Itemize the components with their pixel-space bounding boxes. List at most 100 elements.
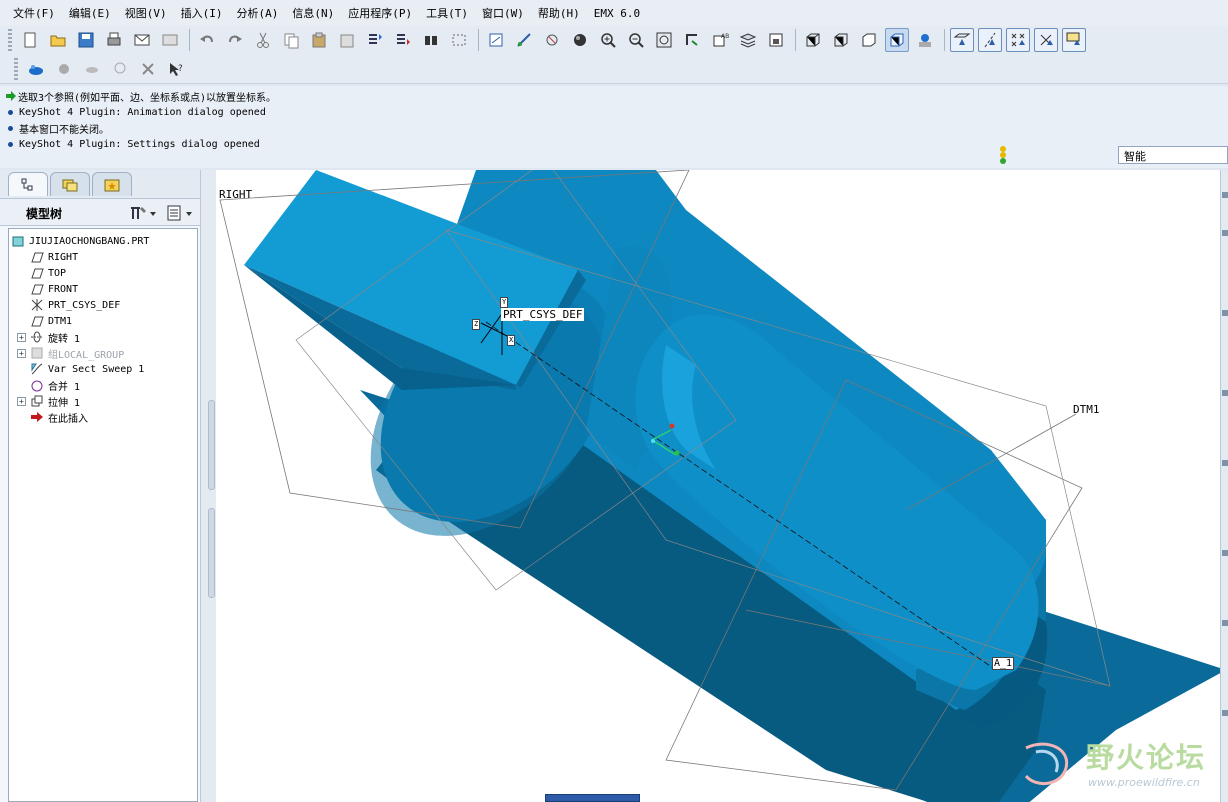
tree-item[interactable]: 在此插入 bbox=[17, 409, 88, 425]
tree-item[interactable]: FRONT bbox=[17, 281, 78, 297]
zoom-out-button[interactable] bbox=[624, 28, 648, 52]
zoom-in-button[interactable] bbox=[596, 28, 620, 52]
menu-item-6[interactable]: 应用程序(P) bbox=[341, 5, 419, 21]
tree-item[interactable]: Var Sect Sweep 1 bbox=[17, 361, 144, 377]
regenerate-button[interactable] bbox=[363, 28, 387, 52]
strip-icon[interactable] bbox=[1222, 620, 1228, 626]
point-display-button[interactable] bbox=[540, 28, 564, 52]
paste-special-button[interactable] bbox=[335, 28, 359, 52]
splitter-handle-bottom[interactable] bbox=[208, 508, 215, 598]
datum-plane-display-button[interactable] bbox=[484, 28, 508, 52]
tree-item[interactable]: DTM1 bbox=[17, 313, 72, 329]
strip-icon[interactable] bbox=[1222, 390, 1228, 396]
redo-button[interactable] bbox=[223, 28, 247, 52]
menu-item-8[interactable]: 窗口(W) bbox=[475, 5, 531, 21]
shading-button[interactable] bbox=[568, 28, 592, 52]
new-file-button[interactable] bbox=[18, 28, 42, 52]
hidden-line-button[interactable] bbox=[829, 28, 853, 52]
strip-icon[interactable] bbox=[1222, 230, 1228, 236]
menu-item-9[interactable]: 帮助(H) bbox=[531, 5, 587, 21]
copy-button[interactable] bbox=[279, 28, 303, 52]
tools-button[interactable] bbox=[136, 57, 160, 81]
datum-plane-icon bbox=[30, 282, 44, 296]
tab-favorites[interactable] bbox=[92, 172, 132, 196]
datum-points-toggle-button[interactable] bbox=[1006, 28, 1030, 52]
save-button[interactable] bbox=[74, 28, 98, 52]
csys-toggle-button[interactable] bbox=[1034, 28, 1058, 52]
tree-item[interactable]: + 组LOCAL_GROUP bbox=[17, 345, 124, 361]
expand-icon[interactable]: + bbox=[17, 348, 26, 358]
tree-settings-icon[interactable] bbox=[128, 204, 158, 222]
scene-button[interactable] bbox=[80, 57, 104, 81]
message-line: KeyShot 4 Plugin: Settings dialog opened bbox=[6, 136, 260, 152]
cut-button[interactable] bbox=[251, 28, 275, 52]
tree-item[interactable]: RIGHT bbox=[17, 249, 78, 265]
send-mail-button[interactable] bbox=[130, 28, 154, 52]
copy-icon bbox=[284, 33, 299, 49]
refit-button[interactable] bbox=[652, 28, 676, 52]
open-folder-button[interactable] bbox=[46, 28, 70, 52]
model-display-button[interactable] bbox=[913, 28, 937, 52]
expand-icon[interactable]: + bbox=[17, 396, 26, 406]
tree-item[interactable]: PRT_CSYS_DEF bbox=[17, 297, 120, 313]
annotation-toggle-button[interactable] bbox=[1062, 28, 1086, 52]
tree-item[interactable]: TOP bbox=[17, 265, 66, 281]
light-button[interactable] bbox=[108, 57, 132, 81]
datum-axes-toggle-button[interactable] bbox=[978, 28, 1002, 52]
menu-item-3[interactable]: 插入(I) bbox=[174, 5, 230, 21]
view-manager-button[interactable] bbox=[764, 28, 788, 52]
tree-item[interactable]: + 旋转 1 bbox=[17, 329, 80, 345]
tree-item[interactable]: JIUJIAOCHONGBANG.PRT bbox=[11, 233, 149, 249]
layers-button[interactable] bbox=[736, 28, 760, 52]
model-tree: JIUJIAOCHONGBANG.PRT RIGHT TOP FRONT PRT_CSY… bbox=[8, 228, 198, 802]
message-text: KeyShot 4 Plugin: Animation dialog opene… bbox=[19, 106, 266, 118]
prompt-arrow-icon bbox=[6, 91, 16, 101]
label-csys-x: X bbox=[507, 335, 516, 346]
regen-manager-button[interactable] bbox=[391, 28, 415, 52]
expand-icon[interactable]: + bbox=[17, 332, 26, 342]
strip-icon[interactable] bbox=[1222, 192, 1228, 198]
axis-display-button[interactable] bbox=[512, 28, 536, 52]
print-button[interactable] bbox=[102, 28, 126, 52]
select-box-button[interactable] bbox=[447, 28, 471, 52]
menu-item-1[interactable]: 编辑(E) bbox=[62, 5, 118, 21]
paste-button[interactable] bbox=[307, 28, 331, 52]
tree-item-label: Var Sect Sweep 1 bbox=[48, 363, 145, 375]
toolbar-grip[interactable] bbox=[8, 29, 12, 51]
show-options-icon[interactable] bbox=[166, 204, 196, 222]
menu-item-7[interactable]: 工具(T) bbox=[419, 5, 475, 21]
graphics-viewport[interactable]: RIGHT DTM1 PRT_CSYS_DEF A_1 Y Z X bbox=[216, 170, 1220, 802]
send-link-button[interactable] bbox=[158, 28, 182, 52]
no-hidden-button[interactable] bbox=[857, 28, 881, 52]
shaded-button[interactable] bbox=[885, 28, 909, 52]
taskbar-window-tab[interactable] bbox=[545, 794, 640, 802]
menu-item-4[interactable]: 分析(A) bbox=[230, 5, 286, 21]
wireframe-button[interactable] bbox=[801, 28, 825, 52]
appearance-gallery-button[interactable] bbox=[24, 57, 48, 81]
strip-icon[interactable] bbox=[1222, 310, 1228, 316]
tree-item[interactable]: + 拉伸 1 bbox=[17, 393, 80, 409]
visual-effects-button[interactable] bbox=[52, 57, 76, 81]
splitter-handle-top[interactable] bbox=[208, 400, 215, 490]
strip-icon[interactable] bbox=[1222, 550, 1228, 556]
panel-splitter[interactable] bbox=[200, 170, 216, 802]
menu-item-10[interactable]: EMX 6.0 bbox=[587, 7, 647, 20]
svg-text:?: ? bbox=[178, 64, 183, 74]
tree-item[interactable]: 合并 1 bbox=[17, 377, 80, 393]
reorient-button[interactable] bbox=[680, 28, 704, 52]
selection-filter-select[interactable]: 智能 bbox=[1118, 146, 1228, 164]
saved-views-button[interactable]: AB bbox=[708, 28, 732, 52]
tab-model-tree[interactable] bbox=[8, 172, 48, 196]
context-help-button[interactable]: ? bbox=[164, 57, 188, 81]
strip-icon[interactable] bbox=[1222, 710, 1228, 716]
print-icon bbox=[107, 32, 121, 46]
strip-icon[interactable] bbox=[1222, 460, 1228, 466]
datum-planes-toggle-button[interactable] bbox=[950, 28, 974, 52]
menu-item-2[interactable]: 视图(V) bbox=[118, 5, 174, 21]
toolbar-grip[interactable] bbox=[14, 58, 18, 80]
menu-item-0[interactable]: 文件(F) bbox=[6, 5, 62, 21]
menu-item-5[interactable]: 信息(N) bbox=[285, 5, 341, 21]
find-button[interactable] bbox=[419, 28, 443, 52]
tab-folder-browser[interactable] bbox=[50, 172, 90, 196]
undo-button[interactable] bbox=[195, 28, 219, 52]
